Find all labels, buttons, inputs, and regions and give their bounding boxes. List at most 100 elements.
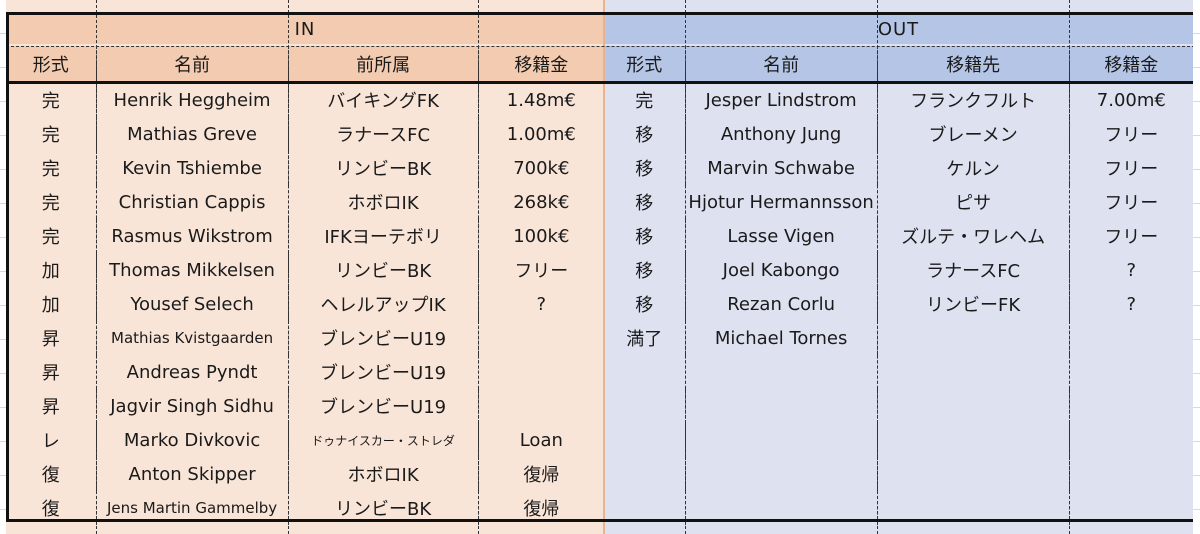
out-cell-to[interactable]: ケルン	[876, 151, 1069, 185]
in-cell-name[interactable]: Mathias Greve	[95, 117, 288, 151]
out-cell-fee[interactable]	[1068, 389, 1193, 423]
out-cell-fee[interactable]: ?	[1068, 253, 1193, 287]
in-cell-name[interactable]: Henrik Heggheim	[95, 83, 288, 117]
in-cell-from[interactable]: ラナースFC	[287, 117, 478, 151]
out-rows: 完 Jesper Lindstrom フランクフルト 7.00m€ 移 Anthony J…	[604, 83, 1193, 525]
in-cell-fee[interactable]: 268k€	[477, 185, 604, 219]
out-cell-to[interactable]: ズルテ・ワレヘム	[876, 219, 1069, 253]
out-cell-name[interactable]: Marvin Schwabe	[684, 151, 877, 185]
in-cell-name[interactable]: Jagvir Singh Sidhu	[95, 389, 288, 423]
out-cell-fee[interactable]: ?	[1068, 287, 1193, 321]
out-cell-type[interactable]: 移	[604, 185, 685, 219]
out-cell-fee[interactable]: フリー	[1068, 219, 1193, 253]
in-cell-name[interactable]: Anton Skipper	[95, 457, 288, 491]
out-cell-name[interactable]	[684, 355, 877, 389]
in-cell-fee[interactable]: 1.48m€	[477, 83, 604, 117]
out-cell-type[interactable]: 移	[604, 151, 685, 185]
out-cell-name[interactable]: Jesper Lindstrom	[684, 83, 877, 117]
in-cell-name[interactable]: Andreas Pyndt	[95, 355, 288, 389]
out-cell-to[interactable]: ラナースFC	[876, 253, 1069, 287]
in-cell-name[interactable]: Kevin Tshiembe	[95, 151, 288, 185]
out-cell-type[interactable]: 移	[604, 253, 685, 287]
out-cell-name[interactable]: Michael Tornes	[684, 321, 877, 355]
out-cell-fee[interactable]: フリー	[1068, 151, 1193, 185]
out-cell-to[interactable]: フランクフルト	[876, 83, 1069, 117]
in-cell-fee[interactable]: フリー	[477, 253, 604, 287]
out-cell-type[interactable]	[604, 457, 685, 491]
in-cell-from[interactable]: ホボロIK	[287, 457, 478, 491]
out-cell-name[interactable]: Joel Kabongo	[684, 253, 877, 287]
out-cell-name[interactable]: Rezan Corlu	[684, 287, 877, 321]
in-cell-from[interactable]: ドゥナイスカー・ストレダ	[287, 423, 478, 457]
out-cell-to[interactable]	[876, 457, 1069, 491]
out-cell-type[interactable]: 移	[604, 219, 685, 253]
in-cell-from[interactable]: リンビーBK	[287, 151, 478, 185]
out-cell-fee[interactable]	[1068, 321, 1193, 355]
out-cell-type[interactable]: 完	[604, 83, 685, 117]
in-cell-from[interactable]: ブレンビーU19	[287, 355, 478, 389]
in-cell-type[interactable]: 加	[6, 253, 96, 287]
in-cell-type[interactable]: 完	[6, 185, 96, 219]
in-cell-from[interactable]: ホボロIK	[287, 185, 478, 219]
in-cell-from[interactable]: リンビーBK	[287, 253, 478, 287]
in-cell-type[interactable]: 復	[6, 457, 96, 491]
in-cell-name[interactable]: Christian Cappis	[95, 185, 288, 219]
in-cell-from[interactable]: ブレンビーU19	[287, 389, 478, 423]
out-cell-type[interactable]	[604, 423, 685, 457]
in-cell-type[interactable]: 昇	[6, 389, 96, 423]
in-cell-fee[interactable]: 復帰	[477, 457, 604, 491]
in-cell-type[interactable]: 完	[6, 219, 96, 253]
out-cell-fee[interactable]: フリー	[1068, 117, 1193, 151]
in-cell-fee[interactable]: 700k€	[477, 151, 604, 185]
in-header-name: 名前	[95, 46, 288, 81]
in-cell-type[interactable]: 昇	[6, 355, 96, 389]
in-header-type: 形式	[32, 54, 69, 76]
out-cell-fee[interactable]	[1068, 457, 1193, 491]
in-cell-type[interactable]: 完	[6, 83, 96, 117]
out-cell-fee[interactable]	[1068, 423, 1193, 457]
in-cell-from[interactable]: バイキングFK	[287, 83, 478, 117]
out-cell-type[interactable]: 満了	[604, 321, 685, 355]
in-cell-name[interactable]: Mathias Kvistgaarden	[95, 321, 288, 355]
out-cell-name[interactable]	[684, 423, 877, 457]
out-cell-fee[interactable]: 7.00m€	[1068, 83, 1193, 117]
in-cell-name[interactable]: Thomas Mikkelsen	[95, 253, 288, 287]
out-cell-type[interactable]: 移	[604, 287, 685, 321]
in-cell-fee[interactable]: 100k€	[477, 219, 604, 253]
out-cell-to[interactable]	[876, 389, 1069, 423]
in-cell-fee[interactable]: 1.00m€	[477, 117, 604, 151]
in-cell-fee[interactable]: Loan	[477, 423, 604, 457]
out-cell-to[interactable]	[876, 355, 1069, 389]
out-cell-type[interactable]	[604, 389, 685, 423]
in-cell-fee[interactable]	[477, 355, 604, 389]
out-cell-to[interactable]: リンビーFK	[876, 287, 1069, 321]
in-cell-fee[interactable]	[477, 321, 604, 355]
out-cell-type[interactable]	[604, 355, 685, 389]
out-cell-to[interactable]: ブレーメン	[876, 117, 1069, 151]
in-cell-fee[interactable]	[477, 389, 604, 423]
in-cell-type[interactable]: 完	[6, 151, 96, 185]
out-cell-name[interactable]: Hjotur Hermannsson	[684, 185, 877, 219]
out-cell-fee[interactable]: フリー	[1068, 185, 1193, 219]
in-cell-from[interactable]: ブレンビーU19	[287, 321, 478, 355]
in-cell-name[interactable]: Yousef Selech	[95, 287, 288, 321]
out-cell-to[interactable]	[876, 321, 1069, 355]
out-cell-name[interactable]: Anthony Jung	[684, 117, 877, 151]
out-cell-name[interactable]	[684, 457, 877, 491]
out-cell-to[interactable]	[876, 423, 1069, 457]
in-cell-type[interactable]: 加	[6, 287, 96, 321]
out-cell-name[interactable]: Lasse Vigen	[684, 219, 877, 253]
in-cell-type[interactable]: 昇	[6, 321, 96, 355]
out-cell-fee[interactable]	[1068, 355, 1193, 389]
in-cell-name[interactable]: Rasmus Wikstrom	[95, 219, 288, 253]
out-table-row: 完 Jesper Lindstrom フランクフルト 7.00m€	[604, 83, 1193, 117]
in-cell-name[interactable]: Marko Divkovic	[95, 423, 288, 457]
out-cell-type[interactable]: 移	[604, 117, 685, 151]
in-cell-from[interactable]: IFKヨーテボリ	[287, 219, 478, 253]
in-cell-type[interactable]: 完	[6, 117, 96, 151]
in-cell-type[interactable]: レ	[6, 423, 96, 457]
in-cell-from[interactable]: ヘレルアップIK	[287, 287, 478, 321]
out-cell-to[interactable]: ピサ	[876, 185, 1069, 219]
out-cell-name[interactable]	[684, 389, 877, 423]
in-cell-fee[interactable]: ?	[477, 287, 604, 321]
